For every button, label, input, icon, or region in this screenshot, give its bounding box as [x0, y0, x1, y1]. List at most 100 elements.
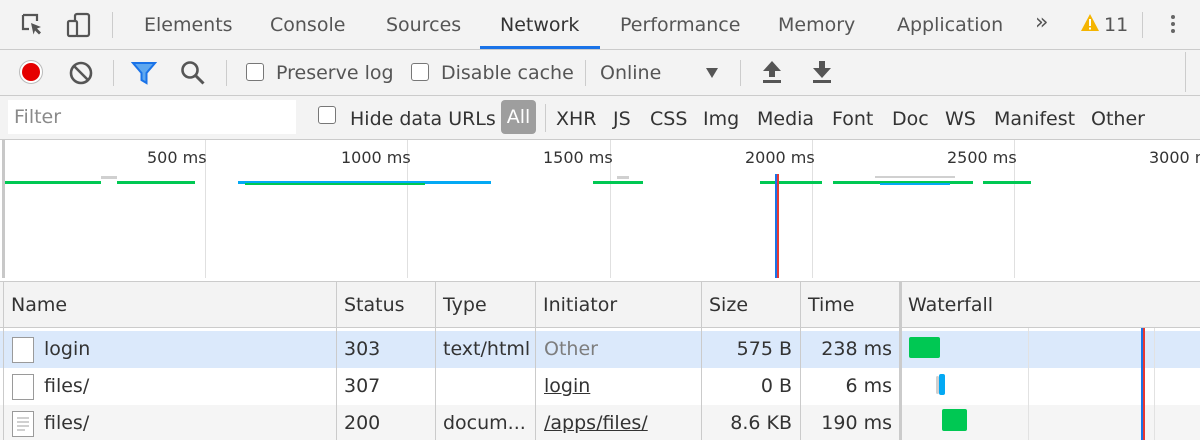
record-icon — [22, 63, 40, 81]
overview-request-bar — [617, 176, 629, 179]
overview-range-handle[interactable] — [2, 140, 5, 278]
disable-cache-label: Disable cache — [441, 62, 574, 84]
column-header-status[interactable]: Status — [336, 282, 436, 328]
overview-request-bar — [101, 176, 117, 179]
devtools-tab-bar: Elements Console Sources Network Perform… — [0, 0, 1200, 50]
cell-initiator: Other — [544, 338, 598, 360]
record-button[interactable] — [19, 60, 43, 84]
load-event-marker — [777, 174, 779, 278]
network-overview[interactable]: 500 ms 1000 ms 1500 ms 2000 ms 2500 ms 3… — [0, 140, 1200, 282]
overview-request-bar — [245, 183, 425, 185]
more-tabs-button[interactable]: » — [1035, 10, 1049, 35]
column-divider — [800, 282, 801, 440]
type-filter-manifest[interactable]: Manifest — [994, 96, 1075, 140]
table-row[interactable]: files/ 307 login 0 B 6 ms — [0, 368, 1200, 405]
type-filter-img[interactable]: Img — [703, 96, 739, 140]
hide-data-urls-label: Hide data URLs — [350, 108, 496, 130]
type-filter-xhr[interactable]: XHR — [556, 96, 597, 140]
column-header-time[interactable]: Time — [800, 282, 900, 328]
request-table-header: Name Status Type Initiator Size Time Wat… — [0, 282, 1200, 328]
cell-name[interactable]: files/ — [44, 405, 332, 440]
network-toolbar: Preserve log Disable cache Online — [0, 50, 1200, 96]
overview-tick-label: 1000 ms — [341, 148, 411, 167]
type-filter-other[interactable]: Other — [1091, 96, 1145, 140]
column-header-waterfall[interactable]: Waterfall — [900, 282, 1200, 328]
overview-request-bar — [875, 176, 955, 178]
overview-tick-label: 2500 ms — [947, 148, 1017, 167]
type-filter-all[interactable]: All — [501, 100, 536, 134]
cell-size: 8.6 KB — [730, 412, 792, 434]
cell-size: 575 B — [736, 338, 792, 360]
tab-sources[interactable]: Sources — [386, 0, 461, 49]
kebab-menu-icon[interactable] — [1168, 12, 1178, 38]
device-toolbar-icon[interactable] — [66, 12, 92, 38]
cell-initiator-link[interactable]: /apps/files/ — [544, 405, 694, 440]
clear-icon[interactable] — [68, 60, 94, 86]
table-row[interactable]: login 303 text/html Other 575 B 238 ms — [0, 331, 1200, 368]
type-filter-js[interactable]: JS — [613, 96, 631, 140]
column-divider — [435, 282, 436, 440]
cell-size: 0 B — [760, 375, 792, 397]
tab-console[interactable]: Console — [270, 0, 345, 49]
warning-icon — [1081, 14, 1099, 31]
tab-elements[interactable]: Elements — [144, 0, 233, 49]
type-filter-ws[interactable]: WS — [945, 96, 976, 140]
chevron-down-icon[interactable] — [706, 68, 718, 78]
preserve-log-checkbox[interactable] — [246, 63, 264, 81]
disable-cache-checkbox[interactable] — [411, 63, 429, 81]
tab-network[interactable]: Network — [500, 0, 579, 49]
document-icon — [12, 337, 34, 363]
toolbar-divider — [113, 60, 114, 86]
waterfall-gridline — [1028, 328, 1029, 440]
table-row[interactable]: files/ 200 docum... /apps/files/ 8.6 KB … — [0, 405, 1200, 440]
column-header-type[interactable]: Type — [435, 282, 536, 328]
load-event-marker — [1143, 328, 1145, 440]
cell-name[interactable]: files/ — [44, 368, 332, 405]
waterfall-gridline — [1154, 328, 1155, 440]
type-filter-media[interactable]: Media — [757, 96, 814, 140]
overview-tick-label: 1500 ms — [543, 148, 613, 167]
overview-tick-label: 2000 ms — [745, 148, 815, 167]
filter-input[interactable] — [8, 100, 296, 134]
column-header-name[interactable]: Name — [3, 282, 337, 328]
column-header-initiator[interactable]: Initiator — [535, 282, 702, 328]
overview-request-bar — [983, 181, 1031, 184]
overview-tick-label: 500 ms — [147, 148, 207, 167]
tab-bar-divider — [1142, 12, 1143, 38]
devtools-window: Elements Console Sources Network Perform… — [0, 0, 1200, 440]
column-divider — [899, 282, 902, 440]
toolbar-overflow-strip — [1185, 52, 1200, 92]
toolbar-divider — [226, 60, 227, 86]
export-har-icon[interactable] — [809, 59, 835, 85]
overview-request-bar — [593, 181, 643, 184]
cell-name[interactable]: login — [44, 331, 332, 368]
filter-divider — [545, 104, 546, 132]
cell-status: 303 — [344, 338, 381, 360]
waterfall-bar — [942, 409, 967, 431]
cell-time: 6 ms — [845, 375, 892, 397]
cell-initiator-link[interactable]: login — [544, 368, 694, 405]
type-filter-font[interactable]: Font — [832, 96, 873, 140]
column-header-size[interactable]: Size — [701, 282, 801, 328]
overview-request-bar — [5, 181, 101, 184]
column-divider — [701, 282, 702, 440]
inspect-element-icon[interactable] — [20, 12, 46, 38]
throttling-select[interactable]: Online — [600, 50, 661, 96]
tab-application[interactable]: Application — [897, 0, 1003, 49]
active-tab-indicator — [480, 46, 600, 49]
document-icon — [12, 411, 34, 437]
tab-performance[interactable]: Performance — [620, 0, 740, 49]
type-filter-css[interactable]: CSS — [650, 96, 687, 140]
filter-bar: Hide data URLs All XHR JS CSS Img Media … — [0, 96, 1200, 140]
filter-icon[interactable] — [130, 60, 158, 86]
hide-data-urls-checkbox[interactable] — [318, 106, 336, 124]
type-filter-doc[interactable]: Doc — [892, 96, 929, 140]
column-divider — [535, 282, 536, 440]
tab-memory[interactable]: Memory — [778, 0, 855, 49]
cell-type: docum... — [443, 412, 526, 434]
search-icon[interactable] — [180, 60, 206, 86]
toolbar-divider — [585, 60, 586, 86]
import-har-icon[interactable] — [759, 59, 785, 85]
warnings-counter[interactable] — [1080, 13, 1100, 37]
overview-tick-label: 3000 ms — [1149, 148, 1200, 167]
